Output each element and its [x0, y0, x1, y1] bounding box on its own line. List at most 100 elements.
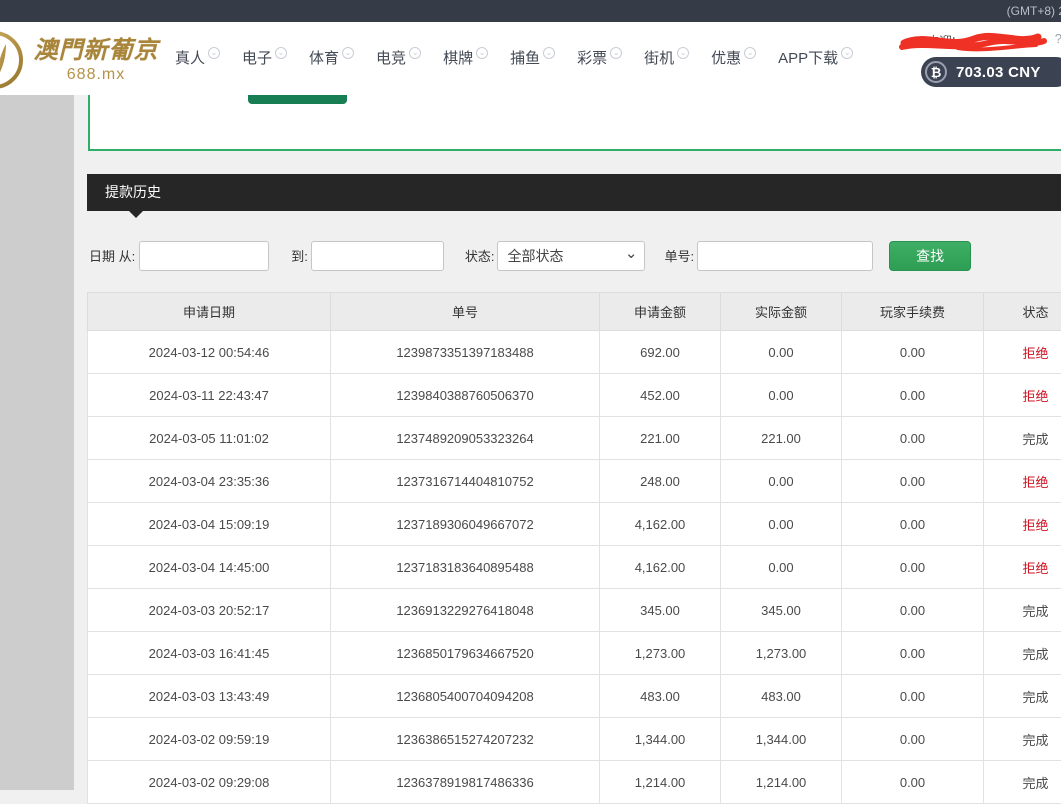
cell-actual: 345.00 [721, 589, 842, 632]
nav-item-6[interactable]: 彩票⌄ [577, 49, 622, 69]
search-button[interactable]: 查找 [889, 241, 971, 271]
circle-chevron-icon: ⌄ [744, 47, 756, 59]
cell-order: 1236386515274207232 [331, 718, 600, 761]
date-from-label: 日期 从: [89, 246, 135, 265]
table-row: 2024-03-11 22:43:47123984038876050637045… [88, 374, 1061, 417]
cell-amount: 692.00 [600, 331, 721, 374]
cell-date: 2024-03-03 13:43:49 [88, 675, 331, 718]
nav-item-label: 电子 [242, 49, 272, 69]
nav-item-label: 棋牌 [443, 49, 473, 69]
cell-amount: 4,162.00 [600, 503, 721, 546]
table-row: 2024-03-05 11:01:02123748920905332326422… [88, 417, 1061, 460]
cell-amount: 1,344.00 [600, 718, 721, 761]
nav-item-9[interactable]: APP下载⌄ [778, 49, 853, 69]
date-from-input[interactable] [139, 241, 269, 271]
brand-lotus-icon [0, 28, 32, 92]
cell-order: 1239840388760506370 [331, 374, 600, 417]
section-title: 提款历史 [87, 174, 1061, 211]
table-row: 2024-03-04 15:09:1912371893060496670724,… [88, 503, 1061, 546]
cell-amount: 221.00 [600, 417, 721, 460]
cell-fee: 0.00 [842, 718, 984, 761]
column-header: 实际金额 [721, 293, 842, 331]
welcome-area: 欢迎! ? [898, 30, 1061, 52]
circle-chevron-icon: ⌄ [342, 47, 354, 59]
section-pointer-icon [129, 211, 143, 218]
brand-name: 澳門新葡京 [33, 30, 159, 65]
cell-amount: 1,273.00 [600, 632, 721, 675]
nav-item-label: APP下载 [778, 49, 838, 69]
red-scribble-redaction [898, 27, 1048, 55]
cell-amount: 483.00 [600, 675, 721, 718]
cell-fee: 0.00 [842, 675, 984, 718]
cell-actual: 0.00 [721, 374, 842, 417]
status-label: 状态: [465, 246, 495, 265]
column-header: 申请金额 [600, 293, 721, 331]
cell-date: 2024-03-12 00:54:46 [88, 331, 331, 374]
cell-date: 2024-03-04 23:35:36 [88, 460, 331, 503]
help-icon[interactable]: ? [1055, 31, 1061, 46]
nav-item-label: 捕鱼 [510, 49, 540, 69]
circle-chevron-icon: ⌄ [409, 47, 421, 59]
balance-amount: 703.03 CNY [956, 64, 1041, 81]
cell-date: 2024-03-04 14:45:00 [88, 546, 331, 589]
cell-order: 1236378919817486336 [331, 761, 600, 804]
cell-actual: 1,214.00 [721, 761, 842, 804]
status-value: 拒绝 [984, 503, 1061, 546]
nav-item-1[interactable]: 电子⌄ [242, 49, 287, 69]
nav-item-5[interactable]: 捕鱼⌄ [510, 49, 555, 69]
nav-item-3[interactable]: 电竞⌄ [376, 49, 421, 69]
circle-chevron-icon: ⌄ [543, 47, 555, 59]
nav-item-8[interactable]: 优惠⌄ [711, 49, 756, 69]
nav-item-4[interactable]: 棋牌⌄ [443, 49, 488, 69]
balance-pill[interactable]: ₿ 703.03 CNY [921, 57, 1061, 87]
status-value: 拒绝 [984, 374, 1061, 417]
cell-order: 1239873351397183488 [331, 331, 600, 374]
cell-date: 2024-03-02 09:29:08 [88, 761, 331, 804]
withdraw-history-table: 申请日期单号申请金额实际金额玩家手续费状态 2024-03-12 00:54:4… [87, 292, 1061, 804]
cell-amount: 1,214.00 [600, 761, 721, 804]
cell-fee: 0.00 [842, 503, 984, 546]
table-row: 2024-03-12 00:54:46123987335139718348869… [88, 331, 1061, 374]
cell-fee: 0.00 [842, 546, 984, 589]
cell-order: 1236850179634667520 [331, 632, 600, 675]
cell-date: 2024-03-04 15:09:19 [88, 503, 331, 546]
withdraw-form-box [88, 93, 1061, 151]
date-to-input[interactable] [311, 241, 444, 271]
column-header: 状态 [984, 293, 1061, 331]
cell-actual: 483.00 [721, 675, 842, 718]
nav-item-7[interactable]: 街机⌄ [644, 49, 689, 69]
cell-actual: 0.00 [721, 503, 842, 546]
cell-order: 1237489209053323264 [331, 417, 600, 460]
order-number-input[interactable] [697, 241, 873, 271]
status-select[interactable]: 全部状态 [497, 241, 645, 271]
nav-item-2[interactable]: 体育⌄ [309, 49, 354, 69]
nav-item-label: 真人 [175, 49, 205, 69]
cell-order: 1237189306049667072 [331, 503, 600, 546]
cell-fee: 0.00 [842, 460, 984, 503]
filter-bar: 日期 从: 到: 状态: 全部状态 ⌄ 单号: 查找 [89, 240, 971, 271]
status-value: 完成 [984, 632, 1061, 675]
cell-fee: 0.00 [842, 632, 984, 675]
cell-actual: 1,344.00 [721, 718, 842, 761]
nav-item-label: 街机 [644, 49, 674, 69]
status-value: 完成 [984, 417, 1061, 460]
topbar: (GMT+8) 2 [0, 0, 1061, 22]
cell-fee: 0.00 [842, 589, 984, 632]
timezone-label: (GMT+8) 2 [1007, 4, 1061, 18]
date-to-label: 到: [291, 246, 308, 265]
nav-item-0[interactable]: 真人⌄ [175, 49, 220, 69]
status-value: 拒绝 [984, 460, 1061, 503]
cell-date: 2024-03-11 22:43:47 [88, 374, 331, 417]
cell-order: 1236805400704094208 [331, 675, 600, 718]
brand[interactable]: 澳門新葡京 688.mx [33, 30, 159, 84]
table-row: 2024-03-04 23:35:36123731671440481075224… [88, 460, 1061, 503]
circle-chevron-icon: ⌄ [610, 47, 622, 59]
status-value: 拒绝 [984, 546, 1061, 589]
cell-actual: 0.00 [721, 331, 842, 374]
cell-date: 2024-03-03 20:52:17 [88, 589, 331, 632]
table-header-row: 申请日期单号申请金额实际金额玩家手续费状态 [88, 293, 1061, 331]
table-row: 2024-03-03 16:41:4512368501796346675201,… [88, 632, 1061, 675]
table-row: 2024-03-03 20:52:17123691322927641804834… [88, 589, 1061, 632]
table-body: 2024-03-12 00:54:46123987335139718348869… [88, 331, 1061, 804]
cell-date: 2024-03-03 16:41:45 [88, 632, 331, 675]
